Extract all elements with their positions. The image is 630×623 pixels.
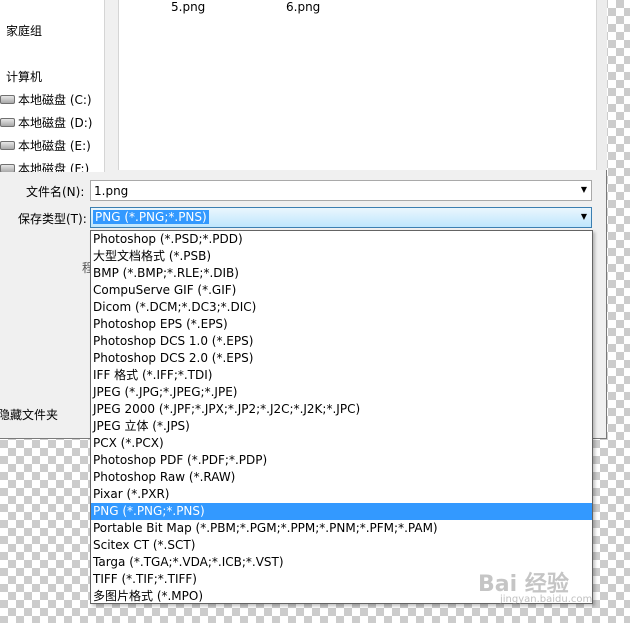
hard-drive-icon [0, 141, 15, 150]
nav-item-drive-d[interactable]: 本地磁盘 (D:) [0, 114, 92, 131]
baidu-watermark-url: jingyan.baidu.com [500, 594, 593, 605]
savetype-option[interactable]: Photoshop DCS 2.0 (*.EPS) [91, 350, 592, 367]
filename-label: 文件名(N): [26, 185, 85, 199]
savetype-option[interactable]: JPEG 立体 (*.JPS) [91, 418, 592, 435]
filename-value: 1.png [94, 184, 129, 198]
savetype-option[interactable]: Photoshop DCS 1.0 (*.EPS) [91, 333, 592, 350]
nav-item-drive-f[interactable]: 本地磁盘 (F:) [0, 160, 89, 172]
file-list-pane: 5.png 6.png [118, 0, 597, 170]
navigation-pane: 家庭组 计算机 本地磁盘 (C:) 本地磁盘 (D:) 本地磁盘 (E:) 本地… [0, 0, 105, 172]
dropdown-arrow-icon[interactable]: ▼ [581, 212, 587, 221]
file-item[interactable]: 5.png [171, 0, 205, 14]
savetype-combobox[interactable]: PNG (*.PNG;*.PNS) ▼ [90, 207, 592, 228]
savetype-dropdown-list: Photoshop (*.PSD;*.PDD) 大型文档格式 (*.PSB) BMP… [90, 230, 593, 604]
savetype-option[interactable]: CompuServe GIF (*.GIF) [91, 282, 592, 299]
savetype-option[interactable]: Photoshop EPS (*.EPS) [91, 316, 592, 333]
dropdown-arrow-icon[interactable]: ▼ [581, 185, 587, 194]
savetype-option[interactable]: Scitex CT (*.SCT) [91, 537, 592, 554]
savetype-option[interactable]: JPEG (*.JPG;*.JPEG;*.JPE) [91, 384, 592, 401]
savetype-value: PNG (*.PNG;*.PNS) [93, 210, 209, 224]
savetype-option[interactable]: Photoshop Raw (*.RAW) [91, 469, 592, 486]
savetype-option[interactable]: Photoshop PDF (*.PDF;*.PDP) [91, 452, 592, 469]
savetype-option[interactable]: Pixar (*.PXR) [91, 486, 592, 503]
savetype-option[interactable]: JPEG 2000 (*.JPF;*.JPX;*.JP2;*.J2C;*.J2K… [91, 401, 592, 418]
filename-combobox[interactable]: 1.png ▼ [90, 180, 592, 201]
savetype-option[interactable]: IFF 格式 (*.IFF;*.TDI) [91, 367, 592, 384]
savetype-option[interactable]: BMP (*.BMP;*.RLE;*.DIB) [91, 265, 592, 282]
savetype-option[interactable]: PCX (*.PCX) [91, 435, 592, 452]
nav-item-computer[interactable]: 计算机 [6, 68, 42, 85]
hide-folders-button[interactable]: 隐藏文件夹 [0, 406, 58, 423]
nav-item-homegroup[interactable]: 家庭组 [6, 22, 42, 39]
file-item[interactable]: 6.png [286, 0, 320, 14]
savetype-option[interactable]: Portable Bit Map (*.PBM;*.PGM;*.PPM;*.PN… [91, 520, 592, 537]
savetype-option[interactable]: Photoshop (*.PSD;*.PDD) [91, 231, 592, 248]
file-list-scrollbar[interactable] [596, 0, 607, 170]
hard-drive-icon [0, 164, 15, 172]
savetype-label: 保存类型(T): [18, 212, 87, 226]
hard-drive-icon [0, 118, 15, 127]
savetype-option[interactable]: 大型文档格式 (*.PSB) [91, 248, 592, 265]
nav-item-drive-e[interactable]: 本地磁盘 (E:) [0, 137, 91, 154]
savetype-option[interactable]: Dicom (*.DCM;*.DC3;*.DIC) [91, 299, 592, 316]
hard-drive-icon [0, 95, 15, 104]
savetype-option[interactable]: PNG (*.PNG;*.PNS) [91, 503, 592, 520]
nav-item-drive-c[interactable]: 本地磁盘 (C:) [0, 91, 92, 108]
